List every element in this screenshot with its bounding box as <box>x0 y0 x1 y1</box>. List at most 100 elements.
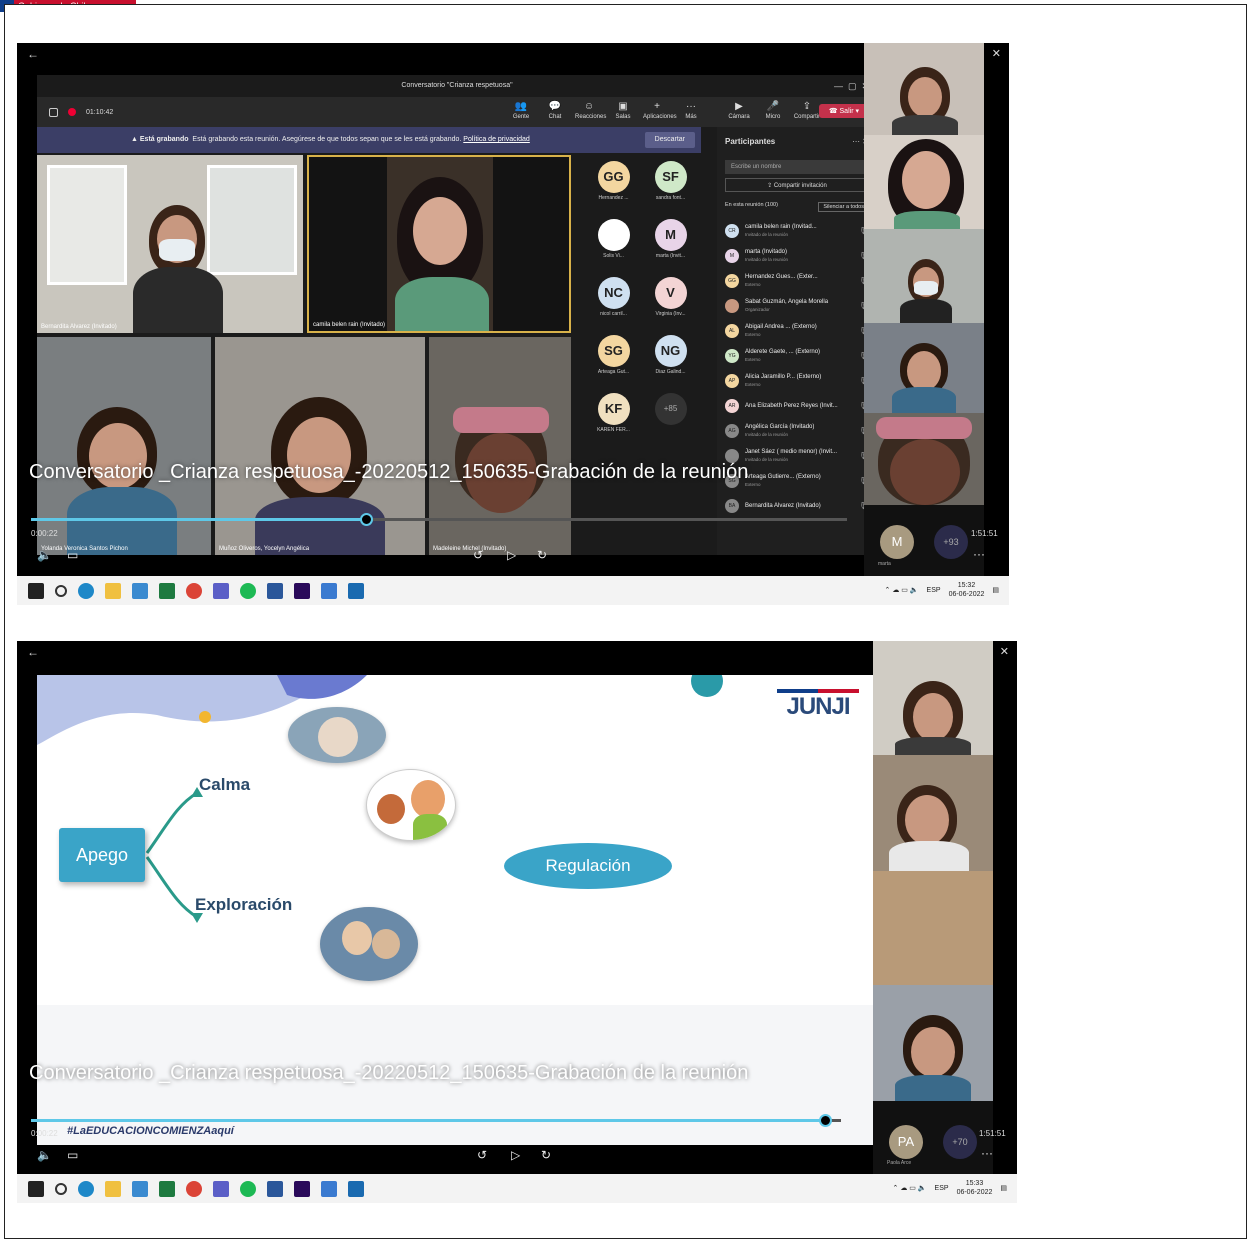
captions-icon[interactable]: ▭ <box>67 1148 78 1162</box>
toolbar-camera-button[interactable]: ▶ Cámara <box>725 100 753 120</box>
edge-icon[interactable] <box>78 1180 94 1197</box>
participant-avatar-tile[interactable]: NC nicol carril... <box>585 271 642 325</box>
rewind-10-icon[interactable]: ↺ <box>477 1148 487 1162</box>
play-icon[interactable]: ▷ <box>507 548 516 562</box>
word-icon[interactable] <box>267 582 283 599</box>
forward-30-icon[interactable]: ↻ <box>541 1148 551 1162</box>
windows-start-icon[interactable] <box>28 1180 44 1197</box>
back-arrow-icon[interactable]: ← <box>27 47 39 61</box>
chrome-icon[interactable] <box>186 582 202 599</box>
toolbar-reactions-button[interactable]: ☺ Reacciones <box>575 100 606 120</box>
participant-avatar-tile[interactable]: Mmarta (Invit... <box>642 213 699 267</box>
taskbar-clock[interactable]: 15:32 06-06-2022 <box>949 581 985 599</box>
video-tile[interactable]: Bernardita Alvarez (Invitado) <box>37 155 303 333</box>
captions-icon[interactable]: ▭ <box>67 548 78 562</box>
play-icon[interactable]: ▷ <box>511 1148 520 1162</box>
more-participants[interactable]: +70 <box>943 1125 977 1159</box>
participant-row[interactable]: YGAlderete Gaete, ... (Externo)Externo🎙 <box>717 343 877 368</box>
tray-icons[interactable]: ⌃ ☁ ▭ 🔈 <box>885 586 919 594</box>
file-explorer-icon[interactable] <box>105 1180 121 1197</box>
participant-role: Invitado de la reunión <box>745 256 789 262</box>
participant-row[interactable]: Sabat Guzmán, Angela MorellaOrganizador🎙 <box>717 293 877 318</box>
app-icon[interactable] <box>132 582 148 599</box>
teams-icon[interactable] <box>213 1180 229 1197</box>
language-indicator[interactable]: ESP <box>935 1185 949 1192</box>
participant-avatar-tile[interactable]: GG Hernandez ... <box>585 155 642 209</box>
excel-icon[interactable] <box>159 582 175 599</box>
language-indicator[interactable]: ESP <box>927 587 941 594</box>
more-participants[interactable]: +93 <box>934 525 968 559</box>
participant-avatar-tile[interactable]: +85 <box>642 387 699 441</box>
dismiss-button[interactable]: Descartar <box>644 132 695 148</box>
video-tile-speaking[interactable]: camila belen rain (Invitado) <box>307 155 571 333</box>
back-arrow-icon[interactable]: ← <box>27 645 39 659</box>
volume-icon[interactable]: 🔈 <box>37 548 52 562</box>
excel-icon[interactable] <box>159 1180 175 1197</box>
avatar-name: KAREN FER... <box>597 427 630 433</box>
leave-button[interactable]: ☎ Salir ▾ <box>818 104 869 118</box>
participant-search-input[interactable]: Escribe un nombre <box>725 160 869 174</box>
app-icon[interactable] <box>321 1180 337 1197</box>
app-icon[interactable] <box>321 582 337 599</box>
seek-thumb[interactable] <box>359 513 373 526</box>
toolbar-mic-button[interactable]: 🎤 Micro <box>759 100 787 120</box>
more-options-icon[interactable]: ··· <box>981 1146 993 1160</box>
media-player-icon[interactable] <box>348 582 364 599</box>
search-icon[interactable] <box>55 1182 67 1195</box>
seek-bar[interactable] <box>31 1114 841 1127</box>
participant-avatar-tile[interactable]: SF sandra font... <box>642 155 699 209</box>
seek-bar[interactable] <box>31 513 847 526</box>
premiere-icon[interactable] <box>294 582 310 599</box>
forward-30-icon[interactable]: ↻ <box>537 548 547 562</box>
participant-row[interactable]: CR camila belen rain (Invitad... Invitado … <box>717 218 877 243</box>
teams-icon[interactable] <box>213 582 229 599</box>
notification-icon[interactable]: ▤ <box>1000 1184 1007 1192</box>
toolbar-rooms-button[interactable]: ▣ Salas <box>609 100 637 120</box>
search-icon[interactable] <box>55 584 67 597</box>
participant-row[interactable]: AP Alicia Jaramillo P... (Externo) Externo… <box>717 368 877 393</box>
participant-row[interactable]: ARAna Elizabeth Perez Reyes (Invit...🎙 <box>717 393 877 418</box>
participant-avatar-tile[interactable]: V Virginia (Inv... <box>642 271 699 325</box>
toolbar-apps-button[interactable]: + Aplicaciones <box>643 100 677 120</box>
rewind-10-icon[interactable]: ↺ <box>473 548 483 562</box>
windows-start-icon[interactable] <box>28 582 44 599</box>
tray-icons[interactable]: ⌃ ☁ ▭ 🔈 <box>893 1184 927 1192</box>
edge-icon[interactable] <box>78 582 94 599</box>
word-icon[interactable] <box>267 1180 283 1197</box>
toolbar-more-button[interactable]: ··· Más <box>677 100 705 120</box>
participant-avatar-tile[interactable]: Solis Vi... <box>585 213 642 267</box>
self-view-avatar[interactable]: M <box>880 525 914 559</box>
participant-avatar-tile[interactable]: NG Diaz Galind... <box>642 329 699 383</box>
spotify-icon[interactable] <box>240 582 256 599</box>
toolbar-people-button[interactable]: 👥 Gente <box>507 100 535 120</box>
media-player-icon[interactable] <box>348 1180 364 1197</box>
premiere-icon[interactable] <box>294 1180 310 1197</box>
section-toggle[interactable]: En esta reunión (100) <box>725 202 778 212</box>
share-invite-button[interactable]: ⇪ Compartir invitación <box>725 178 869 192</box>
self-view-avatar[interactable]: PA <box>889 1125 923 1159</box>
spotify-icon[interactable] <box>240 1180 256 1197</box>
participant-row[interactable]: Mmarta (Invitado)Invitado de la reunión🎙 <box>717 243 877 268</box>
chrome-icon[interactable] <box>186 1180 202 1197</box>
participant-row[interactable]: BABernardita Alvarez (Invitado)🎙 <box>717 493 877 518</box>
video-tile[interactable]: Yolanda Veronica Santos Pichon <box>37 337 211 555</box>
file-explorer-icon[interactable] <box>105 582 121 599</box>
toolbar-chat-button[interactable]: 💬 Chat <box>541 100 569 120</box>
video-tile[interactable]: Muñoz Oliveros, Yocelyn Angélica <box>215 337 425 555</box>
toolbar-share-button[interactable]: ⇪ Compartir <box>793 100 821 120</box>
seek-thumb[interactable] <box>818 1114 832 1127</box>
app-icon[interactable] <box>132 1180 148 1197</box>
volume-icon[interactable]: 🔈 <box>37 1148 52 1162</box>
participant-avatar-tile[interactable]: SG Arteaga Gut... <box>585 329 642 383</box>
video-tile[interactable]: Madeleine Michel (Invitado) <box>429 337 571 555</box>
participant-row[interactable]: ALAbigail Andrea ... (Externo)Externo🎙 <box>717 318 877 343</box>
participant-avatar-tile[interactable]: KF KAREN FER... <box>585 387 642 441</box>
more-options-icon[interactable]: ··· <box>973 547 985 561</box>
person-face <box>905 795 949 845</box>
notification-icon[interactable]: ▤ <box>992 586 999 594</box>
participant-row[interactable]: AG Angélica García (Invitado) Invitado de … <box>717 418 877 443</box>
participant-row[interactable]: GGHernandez Gues... (Exter...Externo🎙 <box>717 268 877 293</box>
mute-all-button[interactable]: Silenciar a todos <box>818 202 869 212</box>
privacy-link[interactable]: Política de privacidad <box>463 136 530 143</box>
taskbar-clock[interactable]: 15:33 06-06-2022 <box>957 1179 993 1197</box>
